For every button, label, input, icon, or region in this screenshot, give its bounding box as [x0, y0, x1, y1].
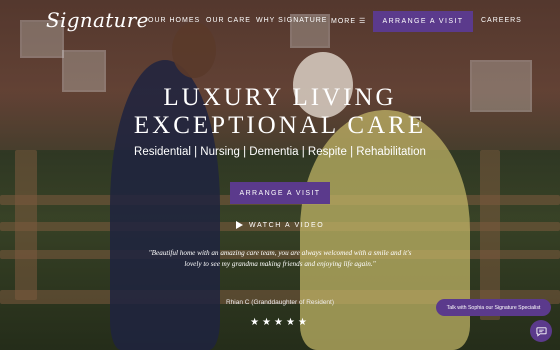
nav-arrange-visit-button[interactable]: ARRANGE A VISIT — [373, 11, 473, 32]
rating-stars: ★★★★★ — [250, 317, 310, 328]
nav-item-our-homes[interactable]: OUR HOMES — [148, 17, 200, 24]
watch-video-label: WATCH A VIDEO — [249, 221, 325, 229]
chat-prompt-bubble[interactable]: Talk with Sophia our Signature Specialis… — [436, 299, 551, 316]
play-icon — [236, 221, 243, 229]
nav-item-more[interactable]: MORE ☰ — [331, 17, 366, 25]
nav-item-careers[interactable]: CAREERS — [481, 17, 522, 24]
chat-button[interactable] — [530, 320, 552, 342]
top-navigation: Signature OUR HOMES OUR CARE WHY SIGNATU… — [0, 0, 560, 42]
watch-video-link[interactable]: WATCH A VIDEO — [236, 221, 324, 229]
nav-item-our-care[interactable]: OUR CARE — [206, 17, 251, 24]
hero-background-image — [0, 0, 560, 350]
hero-services-list: Residential | Nursing | Dementia | Respi… — [134, 146, 426, 158]
hero-headline-line1: LUXURY LIVING — [163, 84, 397, 111]
signature-logo[interactable]: Signature — [46, 8, 149, 32]
hero-arrange-visit-button[interactable]: ARRANGE A VISIT — [230, 182, 330, 204]
testimonial-quote: "Beautiful home with an amazing care tea… — [148, 249, 412, 268]
chat-icon — [535, 326, 547, 337]
nav-item-why-signature[interactable]: WHY SIGNATURE — [256, 17, 327, 24]
hero-headline-line2: EXCEPTIONAL CARE — [133, 112, 427, 139]
